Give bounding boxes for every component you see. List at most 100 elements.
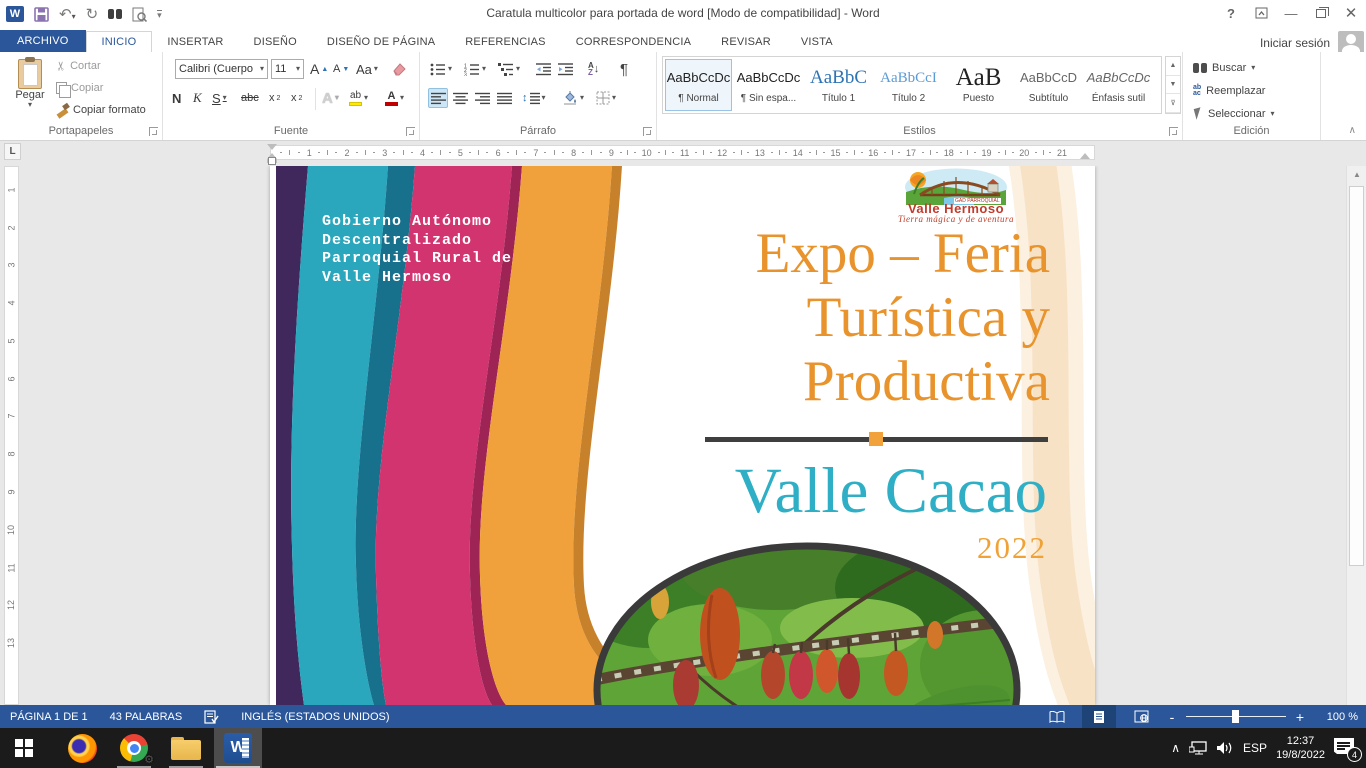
- language-indicator[interactable]: INGLÉS (ESTADOS UNIDOS): [241, 711, 389, 723]
- web-layout-button[interactable]: [1124, 705, 1158, 728]
- tab-diseno[interactable]: DISEÑO: [239, 32, 312, 52]
- taskbar-word[interactable]: W: [214, 728, 262, 768]
- style-normal[interactable]: AaBbCcDc¶ Normal: [665, 59, 732, 111]
- align-center-button[interactable]: [450, 88, 470, 108]
- style-titulo1[interactable]: AaBbCTítulo 1: [805, 59, 872, 111]
- styles-gallery-expand[interactable]: ⊽: [1166, 94, 1180, 113]
- page-indicator[interactable]: PÁGINA 1 DE 1: [10, 711, 88, 723]
- style-titulo2[interactable]: AaBbCcITítulo 2: [875, 59, 942, 111]
- superscript-button[interactable]: x2: [291, 88, 302, 108]
- tab-diseno-de-pagina[interactable]: DISEÑO DE PÁGINA: [312, 32, 450, 52]
- underline-button[interactable]: S▾: [212, 88, 227, 108]
- zoom-level[interactable]: 100 %: [1314, 711, 1358, 723]
- tab-vista[interactable]: VISTA: [786, 32, 848, 52]
- clipboard-dialog-launcher[interactable]: [149, 127, 158, 136]
- tab-archivo[interactable]: ARCHIVO: [0, 30, 86, 52]
- styles-scroll-up[interactable]: ▲: [1166, 57, 1180, 76]
- bold-button[interactable]: N: [172, 88, 181, 108]
- cut-button[interactable]: ✂ Cortar: [56, 57, 101, 75]
- italic-button[interactable]: K: [193, 88, 202, 108]
- numbering-button[interactable]: 123 ▾: [464, 59, 486, 79]
- first-line-indent-marker[interactable]: [267, 144, 277, 150]
- scrollbar-thumb[interactable]: [1349, 186, 1364, 566]
- horizontal-ruler[interactable]: 1 2 3 4 5 6 7 8 9 10: [270, 145, 1095, 160]
- document-page[interactable]: Valle Hermoso GAD PARROQUIAL Tierra mági…: [270, 166, 1095, 705]
- bullets-button[interactable]: ▾: [430, 59, 452, 79]
- styles-dialog-launcher[interactable]: [1169, 127, 1178, 136]
- change-case-button[interactable]: Aa▾: [356, 59, 378, 79]
- paragraph-dialog-launcher[interactable]: [643, 127, 652, 136]
- show-marks-button[interactable]: ¶: [620, 59, 628, 79]
- highlight-button[interactable]: ab▾: [349, 88, 368, 108]
- decrease-indent-button[interactable]: [536, 59, 551, 79]
- right-indent-marker[interactable]: [1080, 153, 1090, 159]
- collapse-ribbon-icon[interactable]: ∧: [1349, 125, 1356, 136]
- taskbar-firefox[interactable]: [58, 728, 106, 768]
- selection-handle[interactable]: [268, 157, 276, 165]
- replace-button[interactable]: abac Reemplazar: [1193, 82, 1265, 100]
- shrink-font-button[interactable]: A▼: [333, 59, 349, 79]
- tab-inicio[interactable]: INICIO: [86, 31, 153, 53]
- minimize-button[interactable]: —: [1276, 0, 1306, 26]
- style-puesto[interactable]: AaBPuesto: [945, 59, 1012, 111]
- align-left-button[interactable]: [428, 88, 448, 108]
- print-layout-button[interactable]: [1082, 705, 1116, 728]
- proofing-icon[interactable]: [204, 710, 219, 724]
- find-button[interactable]: Buscar▾: [1193, 59, 1255, 77]
- tab-revisar[interactable]: REVISAR: [706, 32, 786, 52]
- ribbon-display-options-icon[interactable]: [1246, 0, 1276, 26]
- tab-correspondencia[interactable]: CORRESPONDENCIA: [561, 32, 706, 52]
- avatar[interactable]: [1338, 31, 1364, 54]
- valle-hermoso-logo[interactable]: Valle Hermoso GAD PARROQUIAL Tierra mági…: [892, 168, 1020, 226]
- paste-button[interactable]: Pegar ▾: [8, 57, 52, 135]
- restore-button[interactable]: [1306, 0, 1336, 26]
- shading-button[interactable]: ▾: [562, 88, 584, 108]
- scroll-up-arrow[interactable]: ▲: [1347, 166, 1366, 183]
- strikethrough-button[interactable]: abc: [241, 88, 259, 108]
- help-icon[interactable]: ?: [1216, 0, 1246, 26]
- zoom-out-button[interactable]: -: [1166, 709, 1178, 725]
- tab-stop-selector[interactable]: L: [4, 143, 21, 160]
- clear-formatting-button[interactable]: [391, 59, 407, 79]
- vertical-scrollbar[interactable]: ▲: [1346, 166, 1366, 705]
- select-button[interactable]: Seleccionar▾: [1193, 105, 1275, 123]
- tab-insertar[interactable]: INSERTAR: [152, 32, 238, 52]
- borders-button[interactable]: ▾: [596, 88, 616, 108]
- vertical-ruler[interactable]: 12345678910111213: [4, 166, 19, 705]
- clock[interactable]: 12:37 19/8/2022: [1276, 734, 1325, 762]
- taskbar-chrome[interactable]: ⚙: [110, 728, 158, 768]
- style-enfasis-sutil[interactable]: AaBbCcDcÉnfasis sutil: [1085, 59, 1152, 111]
- subscript-button[interactable]: x2: [269, 88, 280, 108]
- style-subtitulo[interactable]: AaBbCcDSubtítulo: [1015, 59, 1082, 111]
- styles-scroll-down[interactable]: ▼: [1166, 76, 1180, 95]
- font-dialog-launcher[interactable]: [406, 127, 415, 136]
- font-color-button[interactable]: A▾: [385, 88, 404, 108]
- grow-font-button[interactable]: A▲: [310, 59, 328, 79]
- justify-button[interactable]: [494, 88, 514, 108]
- volume-icon[interactable]: [1216, 741, 1234, 755]
- increase-indent-button[interactable]: [558, 59, 573, 79]
- network-icon[interactable]: [1189, 741, 1207, 756]
- tab-referencias[interactable]: REFERENCIAS: [450, 32, 560, 52]
- keyboard-language[interactable]: ESP: [1243, 741, 1267, 755]
- font-size-combo[interactable]: 11▾: [271, 59, 304, 79]
- word-count[interactable]: 43 PALABRAS: [110, 711, 183, 723]
- zoom-slider[interactable]: [1186, 705, 1286, 728]
- taskbar-explorer[interactable]: [162, 728, 210, 768]
- close-button[interactable]: ✕: [1336, 0, 1366, 26]
- action-center-icon[interactable]: 4: [1334, 738, 1356, 758]
- copy-button[interactable]: Copiar: [56, 79, 103, 97]
- style-sin-espaciado[interactable]: AaBbCcDc¶ Sin espa...: [735, 59, 802, 111]
- text-effects-button[interactable]: A▾: [322, 88, 339, 108]
- format-painter-button[interactable]: Copiar formato: [56, 101, 146, 119]
- align-right-button[interactable]: [472, 88, 492, 108]
- multilevel-list-button[interactable]: ▾: [498, 59, 520, 79]
- sign-in-link[interactable]: Iniciar sesión: [1260, 36, 1330, 50]
- read-mode-button[interactable]: [1040, 705, 1074, 728]
- sort-button[interactable]: AZ ↓: [588, 59, 599, 79]
- zoom-in-button[interactable]: +: [1294, 709, 1306, 725]
- tray-expand-icon[interactable]: ∧: [1171, 741, 1180, 755]
- start-button[interactable]: [0, 728, 48, 768]
- zoom-slider-thumb[interactable]: [1232, 710, 1239, 723]
- font-family-combo[interactable]: Calibri (Cuerpo▾: [175, 59, 268, 79]
